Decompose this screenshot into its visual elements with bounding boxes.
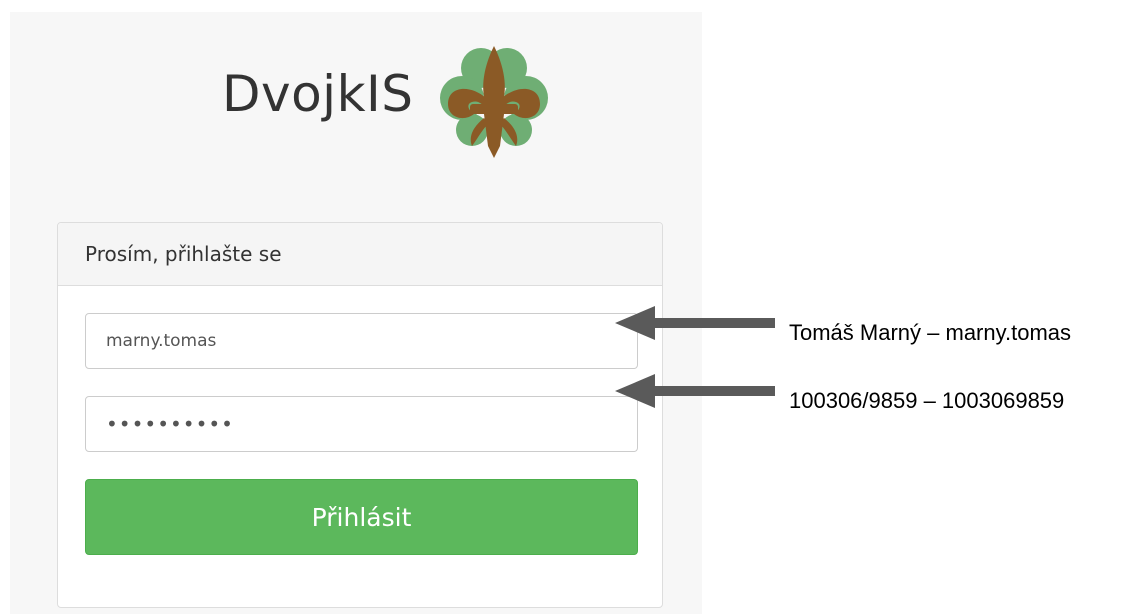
left-arrow-icon [615,306,775,340]
username-input[interactable]: marny.tomas [85,313,638,369]
left-arrow-icon [615,374,775,408]
login-panel: Prosím, přihlašte se marny.tomas •••••••… [57,222,663,608]
app-name: DvojkIS [222,64,414,123]
password-input[interactable]: •••••••••• [85,396,638,452]
login-button[interactable]: Přihlásit [85,479,638,555]
brand-header: DvojkIS [222,38,554,163]
panel-heading: Prosím, přihlašte se [58,223,662,286]
annotation-username: Tomáš Marný – marny.tomas [789,320,1072,345]
fleur-de-lis-logo-icon [439,46,548,158]
annotation-password: 100306/9859 – 1003069859 [789,388,1065,413]
